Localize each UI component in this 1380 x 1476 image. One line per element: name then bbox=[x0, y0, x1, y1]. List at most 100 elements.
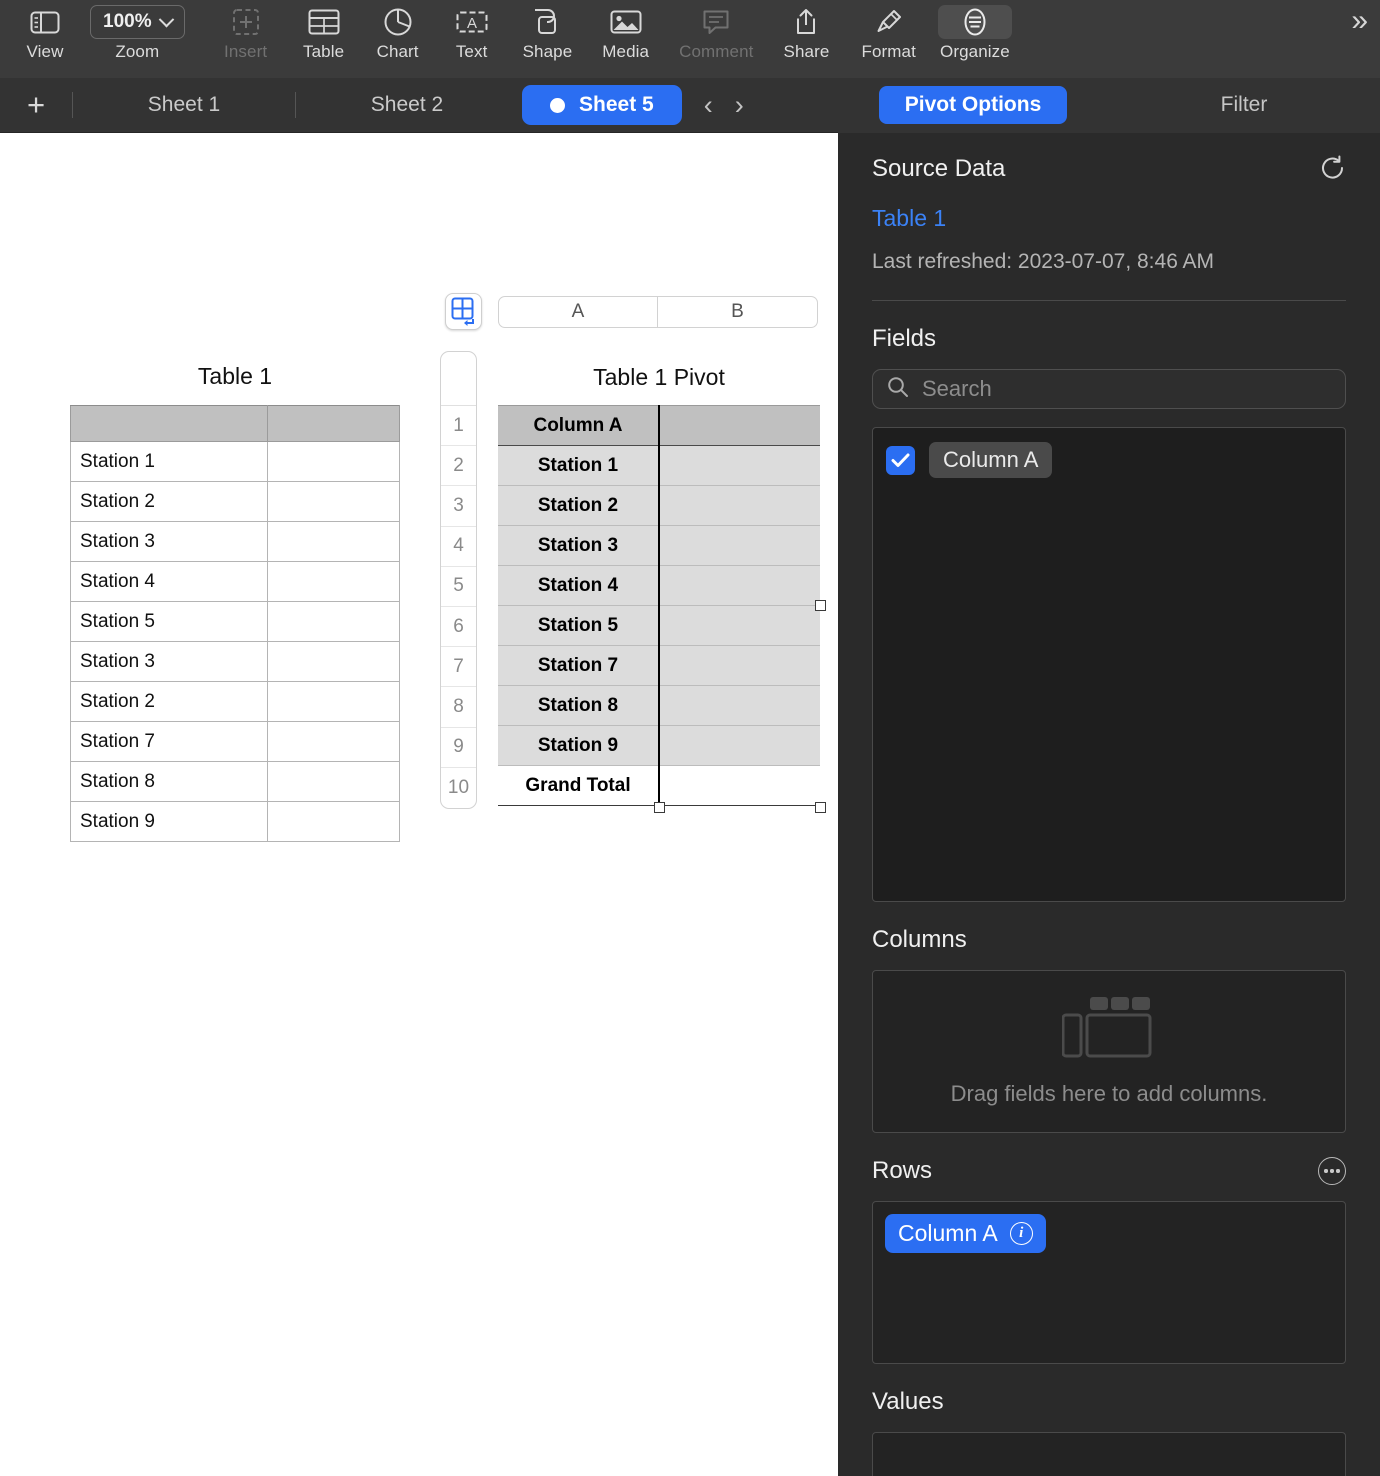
fields-list[interactable]: Column A bbox=[872, 427, 1346, 902]
pivot-row[interactable]: Station 2 bbox=[498, 485, 820, 526]
pivot-header-cell[interactable]: Column A bbox=[498, 405, 659, 446]
pivot-cell[interactable]: Station 1 bbox=[498, 445, 659, 486]
tab-filter[interactable]: Filter bbox=[1195, 86, 1294, 124]
table-row[interactable]: Station 1 bbox=[70, 441, 400, 482]
table-row[interactable]: Station 2 bbox=[70, 681, 400, 722]
pivot-row[interactable]: Station 3 bbox=[498, 525, 820, 566]
pivot-row[interactable]: Station 8 bbox=[498, 685, 820, 726]
table-cell[interactable]: Station 3 bbox=[70, 521, 268, 562]
table-cell[interactable]: Station 3 bbox=[70, 641, 268, 682]
field-chip-label[interactable]: Column A bbox=[929, 442, 1053, 478]
table-cell[interactable]: Station 4 bbox=[70, 561, 268, 602]
table-cell[interactable]: Station 9 bbox=[70, 801, 268, 842]
table-handle-icon[interactable] bbox=[445, 293, 482, 330]
row-number[interactable]: 8 bbox=[441, 687, 476, 728]
pivot-row[interactable]: Station 1 bbox=[498, 445, 820, 486]
pivot-row[interactable]: Station 9 bbox=[498, 725, 820, 766]
table-row[interactable]: Station 4 bbox=[70, 561, 400, 602]
chevron-double-right-icon[interactable]: » bbox=[1351, 4, 1368, 38]
column-header-b[interactable]: B bbox=[658, 296, 818, 328]
table-cell[interactable]: Station 8 bbox=[70, 761, 268, 802]
pivot-header-cell[interactable] bbox=[658, 405, 820, 446]
table-header-cell[interactable] bbox=[267, 405, 400, 442]
pivot-cell[interactable] bbox=[658, 725, 820, 766]
pivot-cell[interactable] bbox=[658, 525, 820, 566]
table-header-cell[interactable] bbox=[70, 405, 268, 442]
pivot-cell[interactable] bbox=[658, 485, 820, 526]
row-number[interactable]: 5 bbox=[441, 567, 476, 607]
pivot-cell[interactable]: Station 7 bbox=[498, 645, 659, 686]
table-header-row[interactable] bbox=[70, 405, 400, 442]
table-cell[interactable] bbox=[267, 681, 400, 722]
table-cell[interactable]: Station 2 bbox=[70, 481, 268, 522]
column-header-bar[interactable]: A B bbox=[498, 296, 818, 328]
row-number[interactable]: 1 bbox=[441, 406, 476, 447]
table-cell[interactable] bbox=[267, 801, 400, 842]
pivot-grand-total-row[interactable]: Grand Total bbox=[498, 765, 820, 806]
pivot-cell[interactable] bbox=[658, 565, 820, 606]
pivot-cell[interactable] bbox=[658, 645, 820, 686]
table-cell[interactable] bbox=[267, 721, 400, 762]
table-cell[interactable] bbox=[267, 561, 400, 602]
row-number[interactable]: 10 bbox=[441, 768, 476, 808]
spreadsheet-canvas[interactable]: Table 1 Station 1 Station 2 Station 3 St… bbox=[0, 133, 838, 1476]
pivot-row[interactable]: Station 7 bbox=[498, 645, 820, 686]
chevron-left-icon[interactable]: ‹ bbox=[704, 91, 713, 119]
pivot-cell[interactable]: Station 2 bbox=[498, 485, 659, 526]
pivot-table[interactable]: Column A Station 1 Station 2 Station 3 S… bbox=[498, 405, 820, 806]
table-cell[interactable]: Station 5 bbox=[70, 601, 268, 642]
sheet-tab-sheet-1[interactable]: Sheet 1 bbox=[120, 85, 248, 125]
pivot-row[interactable]: Station 5 bbox=[498, 605, 820, 646]
info-icon[interactable]: i bbox=[1009, 1222, 1033, 1245]
pivot-cell[interactable] bbox=[658, 445, 820, 486]
selection-handle-corner[interactable] bbox=[815, 802, 826, 813]
source-table-link[interactable]: Table 1 bbox=[872, 205, 946, 232]
toolbar-button-format[interactable]: Format bbox=[861, 0, 916, 78]
pivot-cell[interactable]: Station 3 bbox=[498, 525, 659, 566]
row-number[interactable]: 4 bbox=[441, 527, 476, 567]
table-cell[interactable] bbox=[267, 641, 400, 682]
table-row[interactable]: Station 5 bbox=[70, 601, 400, 642]
selection-handle-right[interactable] bbox=[815, 600, 826, 611]
toolbar-button-organize[interactable]: Organize bbox=[937, 0, 1012, 78]
toolbar-button-view[interactable]: View bbox=[22, 0, 68, 78]
rows-dropzone[interactable]: Column A i bbox=[872, 1201, 1346, 1364]
table-cell[interactable] bbox=[267, 441, 400, 482]
table-cell[interactable] bbox=[267, 601, 400, 642]
refresh-icon[interactable] bbox=[1320, 155, 1346, 187]
table-row[interactable]: Station 7 bbox=[70, 721, 400, 762]
rows-field-chip[interactable]: Column A i bbox=[885, 1214, 1046, 1253]
field-list-item[interactable]: Column A bbox=[886, 442, 1332, 478]
table-row[interactable]: Station 3 bbox=[70, 521, 400, 562]
pivot-cell[interactable]: Station 8 bbox=[498, 685, 659, 726]
table-cell[interactable]: Station 7 bbox=[70, 721, 268, 762]
selection-handle-bottom[interactable] bbox=[654, 802, 665, 813]
fields-search-input[interactable]: Search bbox=[872, 369, 1346, 409]
pivot-cell[interactable]: Grand Total bbox=[498, 765, 659, 806]
row-number[interactable]: 9 bbox=[441, 728, 476, 768]
row-number[interactable]: 6 bbox=[441, 607, 476, 648]
table-cell[interactable]: Station 1 bbox=[70, 441, 268, 482]
table-cell[interactable]: Station 2 bbox=[70, 681, 268, 722]
source-table[interactable]: Station 1 Station 2 Station 3 Station 4 … bbox=[70, 405, 400, 842]
toolbar-button-shape[interactable]: Shape bbox=[523, 0, 573, 78]
toolbar-button-share[interactable]: Share bbox=[783, 0, 829, 78]
sheet-tab-sheet-2[interactable]: Sheet 2 bbox=[343, 85, 471, 125]
pivot-cell[interactable]: Station 4 bbox=[498, 565, 659, 606]
table-cell[interactable] bbox=[267, 761, 400, 802]
chevron-right-icon[interactable]: › bbox=[735, 91, 744, 119]
row-number[interactable]: 3 bbox=[441, 486, 476, 527]
add-sheet-button[interactable]: + bbox=[0, 88, 72, 122]
columns-dropzone[interactable]: Drag fields here to add columns. bbox=[872, 970, 1346, 1133]
values-dropzone[interactable] bbox=[872, 1432, 1346, 1476]
pivot-cell[interactable] bbox=[658, 605, 820, 646]
row-number[interactable]: 7 bbox=[441, 647, 476, 688]
pivot-cell[interactable] bbox=[658, 765, 820, 806]
row-number[interactable]: 2 bbox=[441, 446, 476, 487]
column-header-a[interactable]: A bbox=[498, 296, 658, 328]
toolbar-button-media[interactable]: Media bbox=[602, 0, 649, 78]
table-row[interactable]: Station 8 bbox=[70, 761, 400, 802]
toolbar-button-text[interactable]: A Text bbox=[449, 0, 495, 78]
row-number-gutter[interactable]: 1 2 3 4 5 6 7 8 9 10 bbox=[440, 351, 477, 809]
table-row[interactable]: Station 9 bbox=[70, 801, 400, 842]
